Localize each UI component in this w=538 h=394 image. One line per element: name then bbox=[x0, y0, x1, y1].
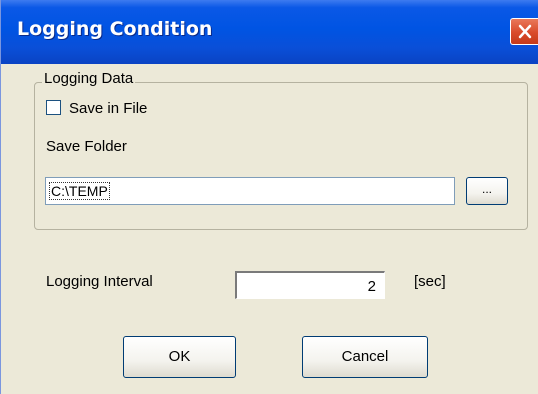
ok-button[interactable]: OK bbox=[123, 336, 236, 378]
save-folder-input[interactable]: C:\TEMP bbox=[45, 177, 455, 205]
close-button[interactable] bbox=[510, 18, 538, 45]
save-folder-value: C:\TEMP bbox=[49, 182, 110, 200]
logging-interval-label: Logging Interval bbox=[46, 273, 153, 290]
interval-unit-label: [sec] bbox=[414, 273, 446, 290]
logging-data-group-title: Logging Data bbox=[42, 70, 136, 87]
title-bar[interactable]: Logging Condition bbox=[1, 0, 538, 64]
save-folder-label: Save Folder bbox=[46, 138, 127, 155]
dialog-title: Logging Condition bbox=[17, 18, 213, 40]
save-in-file-checkbox[interactable] bbox=[46, 100, 61, 115]
close-icon bbox=[518, 24, 532, 39]
logging-interval-input[interactable]: 2 bbox=[235, 271, 385, 299]
browse-button[interactable]: ... bbox=[466, 177, 508, 205]
save-in-file-label[interactable]: Save in File bbox=[69, 100, 147, 117]
logging-condition-dialog: Logging Condition Logging Data Save in F… bbox=[0, 0, 538, 394]
cancel-button[interactable]: Cancel bbox=[302, 336, 428, 378]
